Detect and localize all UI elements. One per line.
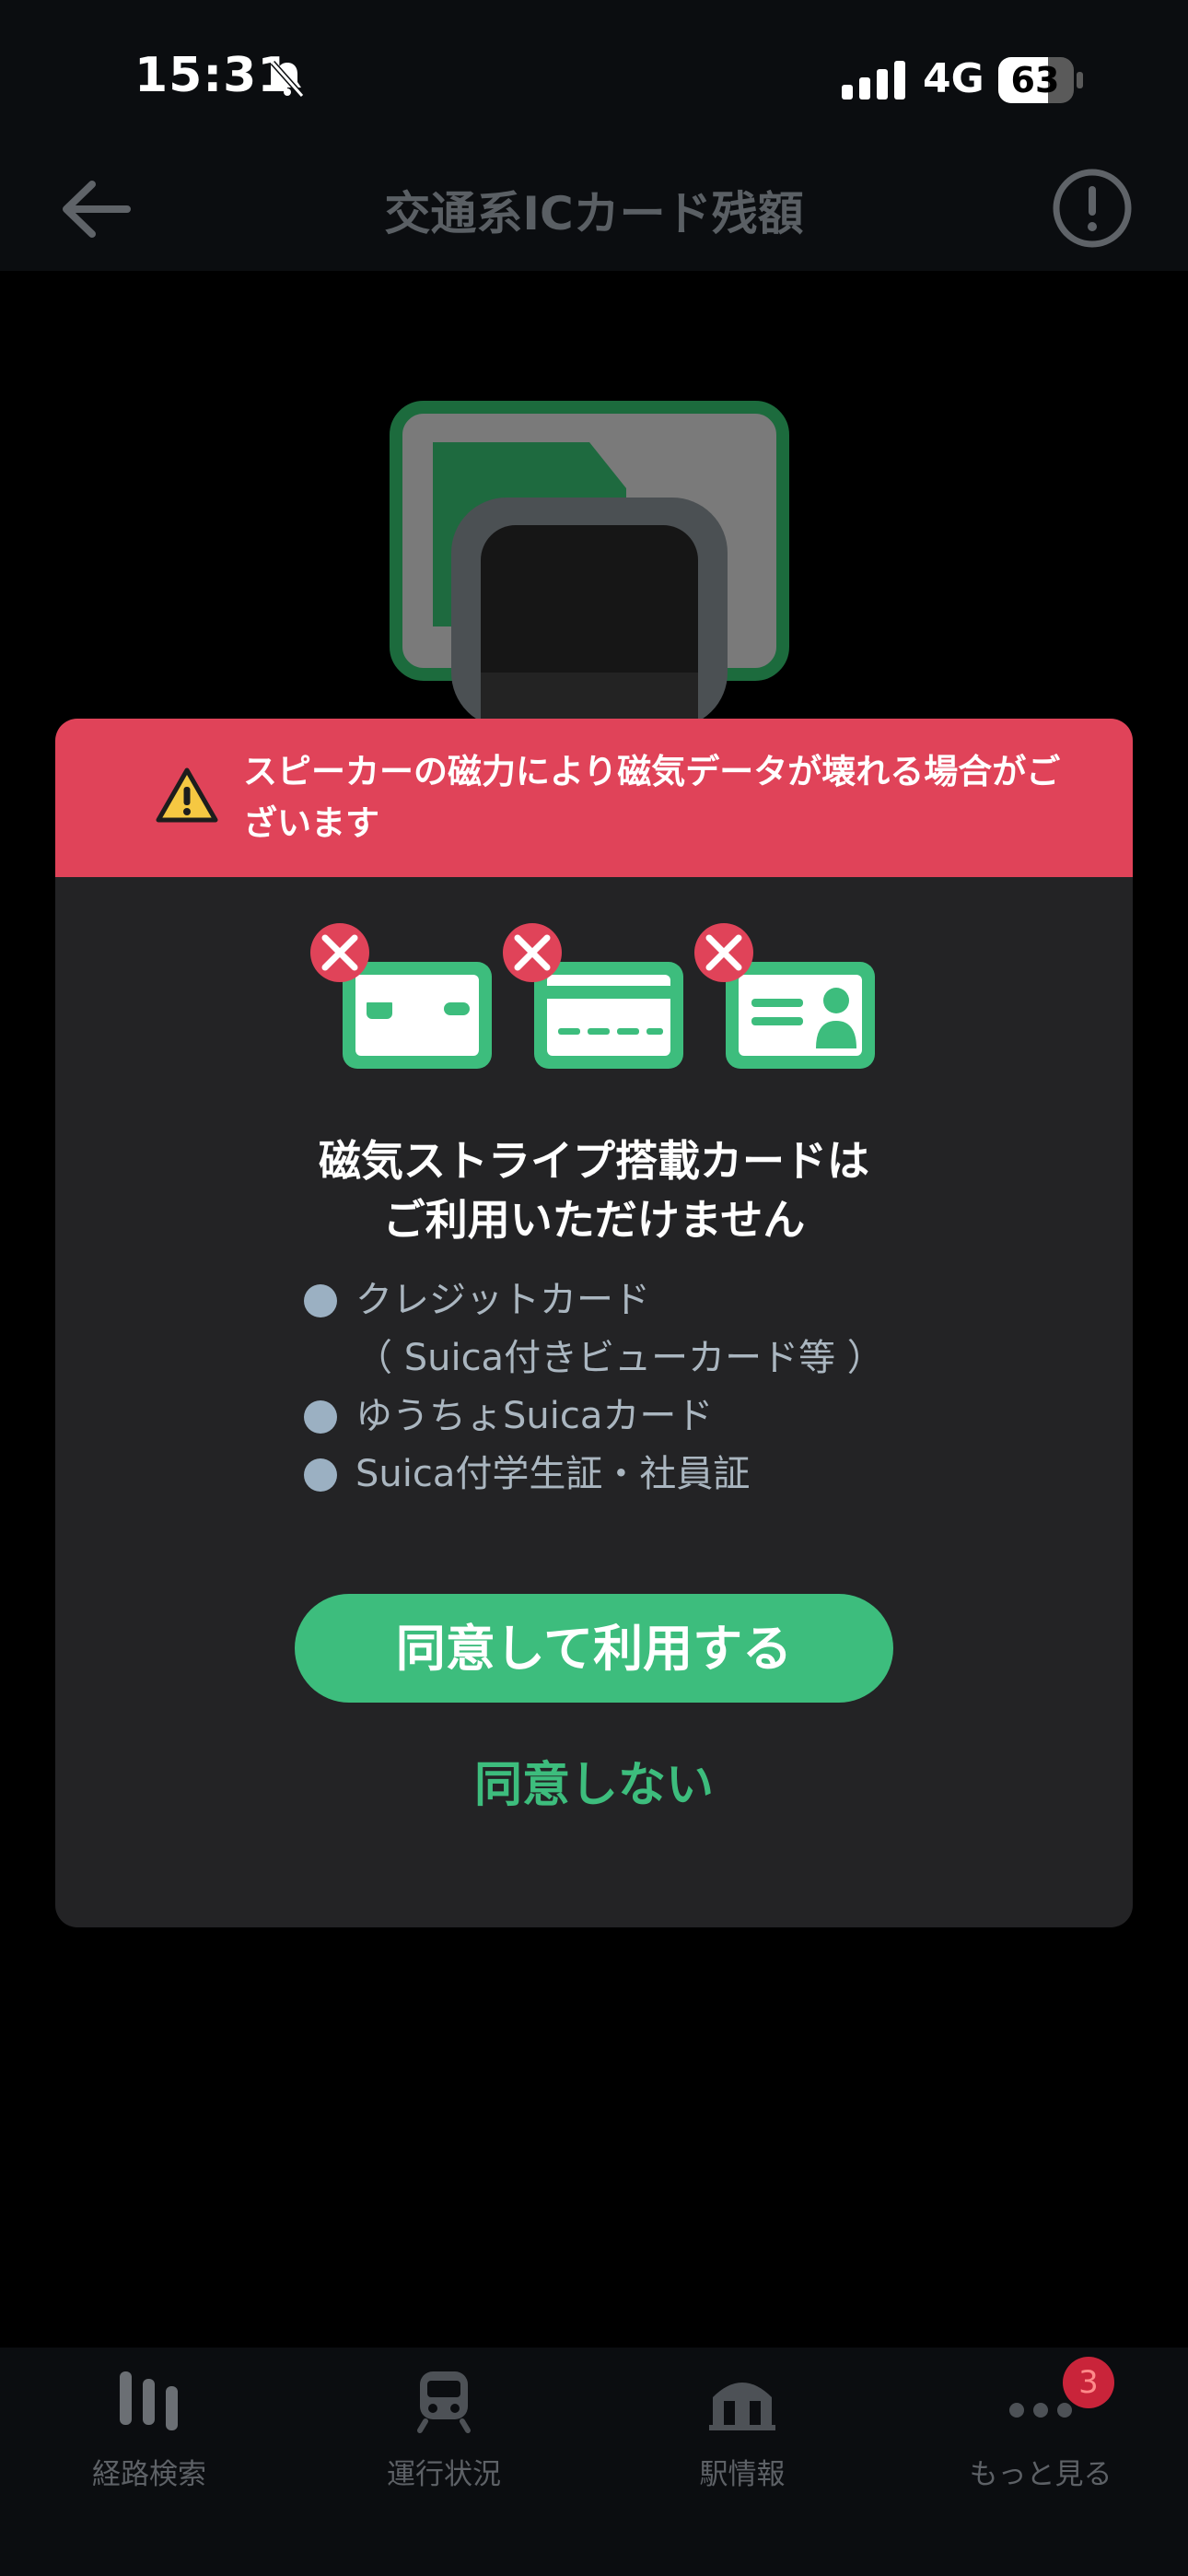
train-icon	[417, 2371, 471, 2433]
bullet-icon	[304, 1400, 337, 1434]
warning-icon	[156, 767, 218, 823]
agree-button[interactable]: 同意して利用する	[295, 1594, 893, 1703]
list-item-label: クレジットカード	[355, 1279, 650, 1321]
tab-route-search[interactable]: 経路検索	[39, 2359, 260, 2491]
list-item-label: Suica付学生証・社員証	[355, 1453, 751, 1495]
info-icon[interactable]	[1052, 168, 1133, 249]
disagree-button[interactable]: 同意しない	[295, 1749, 893, 1822]
prohibited-cards-illustration	[310, 923, 875, 1069]
list-item-label: （ Suica付きビューカード等 ）	[355, 1337, 884, 1379]
battery-level: 63	[1010, 60, 1060, 100]
list-item: ゆうちょSuicaカード	[304, 1388, 1041, 1446]
list-item-note: （ Suica付きビューカード等 ）	[304, 1329, 1041, 1388]
station-icon	[709, 2383, 775, 2430]
silent-bell-icon	[270, 61, 305, 98]
magnetic-card-warning-dialog: スピーカーの磁力により磁気データが壊れる場合がございます 磁気ストライプ搭載カー…	[55, 719, 1133, 1927]
page-title: 交通系ICカード残額	[384, 187, 804, 240]
dialog-heading-line2: ご利用いただけません	[382, 1195, 806, 1245]
network-type: 4G	[923, 55, 984, 102]
bullet-icon	[304, 1458, 337, 1492]
tab-label: 駅情報	[699, 2458, 786, 2491]
tab-label: もっと見る	[969, 2458, 1112, 2491]
id-card-icon	[726, 962, 875, 1069]
tab-label: 経路検索	[92, 2458, 206, 2491]
signal-icon	[842, 61, 905, 100]
credit-card-icon	[534, 962, 683, 1069]
phone-on-card-illustration	[390, 401, 789, 728]
tab-more[interactable]: もっと見る	[930, 2359, 1151, 2491]
list-item: Suica付学生証・社員証	[304, 1446, 1041, 1504]
magnetic-card-icon	[343, 962, 492, 1069]
notification-badge: 3	[1063, 2357, 1114, 2408]
warning-text: スピーカーの磁力により磁気データが壊れる場合がございます	[243, 752, 1061, 843]
tab-label: 運行状況	[387, 2458, 501, 2491]
list-item-label: ゆうちょSuicaカード	[355, 1395, 714, 1437]
route-search-icon	[120, 2371, 178, 2430]
card-type-list: クレジットカード （ Suica付きビューカード等 ） ゆうちょSuicaカード…	[304, 1271, 1041, 1504]
dialog-heading-line1: 磁気ストライプ搭載カードは	[319, 1136, 869, 1186]
tab-station-info[interactable]: 駅情報	[632, 2359, 853, 2491]
list-item: クレジットカード	[304, 1271, 1041, 1329]
bullet-icon	[304, 1284, 337, 1317]
tab-operation-status[interactable]: 運行状況	[333, 2359, 554, 2491]
dialog-heading: 磁気ストライプ搭載カードは ご利用いただけません	[55, 1131, 1133, 1249]
